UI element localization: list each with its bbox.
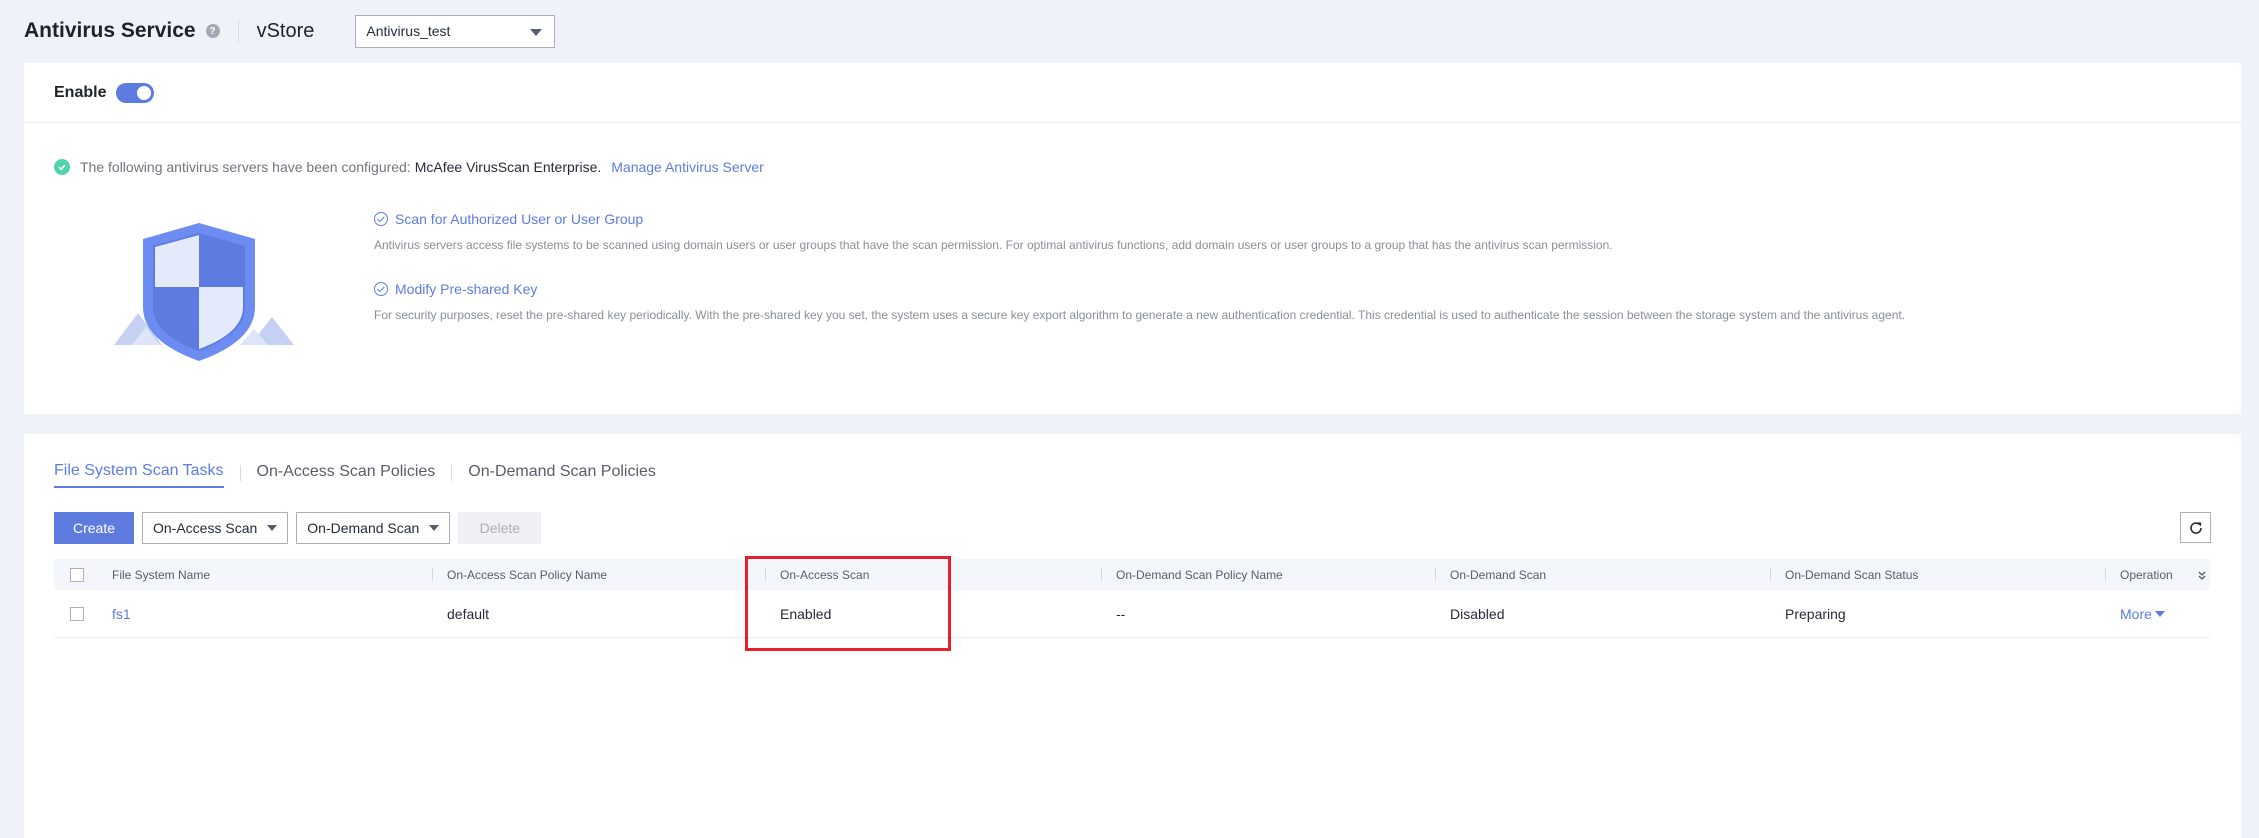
on-demand-scan-cell: Disabled <box>1450 605 1505 622</box>
tab-on-demand-scan-policies[interactable]: On-Demand Scan Policies <box>468 463 656 487</box>
col-on-demand-policy-name[interactable]: On-Demand Scan Policy Name <box>1101 559 1283 590</box>
tab-file-system-scan-tasks[interactable]: File System Scan Tasks <box>54 462 224 488</box>
column-settings-button[interactable] <box>2196 559 2208 590</box>
server-status-prefix: The following antivirus servers have bee… <box>80 159 411 175</box>
refresh-button[interactable] <box>2180 512 2211 543</box>
vstore-select[interactable]: Antivirus_test <box>355 14 556 48</box>
enable-row: Enable <box>24 63 2241 123</box>
enable-toggle[interactable] <box>116 82 155 103</box>
col-file-system-name[interactable]: File System Name <box>112 559 210 590</box>
chevron-down-icon <box>530 28 543 36</box>
col-on-demand-status[interactable]: On-Demand Scan Status <box>1769 559 1918 590</box>
more-label: More <box>2120 605 2152 622</box>
help-icon[interactable]: ? <box>205 24 220 38</box>
tab-bar: File System Scan Tasks On-Access Scan Po… <box>54 462 656 488</box>
on-demand-policy-cell: -- <box>1116 605 1126 622</box>
tab-divider <box>239 465 241 481</box>
double-chevron-down-icon <box>2198 571 2206 580</box>
col-on-access-policy-name[interactable]: On-Access Scan Policy Name <box>431 559 607 590</box>
create-button[interactable]: Create <box>54 512 134 544</box>
info-desc: For security purposes, reset the pre-sha… <box>374 308 1906 322</box>
circle-check-icon <box>374 282 388 296</box>
col-on-demand-scan[interactable]: On-Demand Scan <box>1434 559 1546 590</box>
scan-tasks-table: File System Name On-Access Scan Policy N… <box>54 559 2210 638</box>
circle-check-icon <box>374 212 388 226</box>
chevron-down-icon <box>2154 610 2165 617</box>
scan-tasks-panel: File System Scan Tasks On-Access Scan Po… <box>24 434 2241 838</box>
server-status-line: The following antivirus servers have bee… <box>54 159 764 175</box>
select-all-cell <box>70 559 84 590</box>
page-header: Antivirus Service ? vStore Antivirus_tes… <box>24 13 556 49</box>
on-access-scan-dropdown[interactable]: On-Access Scan <box>142 512 289 544</box>
file-system-name-link[interactable]: fs1 <box>112 590 131 637</box>
info-desc: Antivirus servers access file systems to… <box>374 238 1613 252</box>
delete-button[interactable]: Delete <box>458 512 542 544</box>
page-title: Antivirus Service <box>24 19 196 42</box>
row-select-cell <box>70 590 84 637</box>
chevron-down-icon <box>267 525 278 531</box>
info-title-scan-authorized[interactable]: Scan for Authorized User or User Group <box>374 211 1613 227</box>
chevron-down-icon <box>429 525 440 531</box>
col-on-access-scan[interactable]: On-Access Scan <box>764 559 869 590</box>
row-checkbox[interactable] <box>70 606 84 621</box>
info-modify-key: Modify Pre-shared Key For security purpo… <box>374 281 1905 322</box>
dropdown-label: On-Access Scan <box>153 520 258 536</box>
table-toolbar: Create On-Access Scan On-Demand Scan Del… <box>54 512 542 544</box>
on-demand-status-cell: Preparing <box>1785 605 1846 622</box>
vstore-select-value: Antivirus_test <box>366 23 451 39</box>
server-name-dot: . <box>597 159 602 175</box>
table-header: File System Name On-Access Scan Policy N… <box>54 559 2210 590</box>
manage-antivirus-server-link[interactable]: Manage Antivirus Server <box>611 159 764 175</box>
header-divider <box>237 20 239 42</box>
operation-cell: More <box>2120 590 2165 637</box>
tab-divider <box>451 465 453 481</box>
info-scan-authorized: Scan for Authorized User or User Group A… <box>374 211 1613 252</box>
shield-illustration-icon <box>112 223 302 363</box>
table-row: fs1 default Enabled -- Disabled Preparin… <box>54 590 2210 638</box>
info-title-text: Scan for Authorized User or User Group <box>395 211 644 227</box>
dropdown-label: On-Demand Scan <box>307 520 420 536</box>
antivirus-config-panel: Enable The following antivirus servers h… <box>24 63 2241 414</box>
select-all-checkbox[interactable] <box>70 567 84 582</box>
on-access-scan-cell: Enabled <box>780 605 832 622</box>
tab-on-access-scan-policies[interactable]: On-Access Scan Policies <box>257 463 436 487</box>
refresh-icon <box>2189 521 2202 534</box>
toggle-knob <box>137 85 152 100</box>
info-title-text: Modify Pre-shared Key <box>395 281 538 297</box>
success-check-icon <box>54 159 70 175</box>
server-name: McAfee VirusScan Enterprise <box>414 159 598 175</box>
info-title-modify-key[interactable]: Modify Pre-shared Key <box>374 281 1905 297</box>
more-dropdown[interactable]: More <box>2120 606 2165 622</box>
on-demand-scan-dropdown[interactable]: On-Demand Scan <box>296 512 451 544</box>
vstore-label: vStore <box>256 19 315 42</box>
enable-label: Enable <box>54 83 107 101</box>
on-access-policy-cell: default <box>447 605 490 622</box>
col-operation: Operation <box>2105 559 2173 590</box>
